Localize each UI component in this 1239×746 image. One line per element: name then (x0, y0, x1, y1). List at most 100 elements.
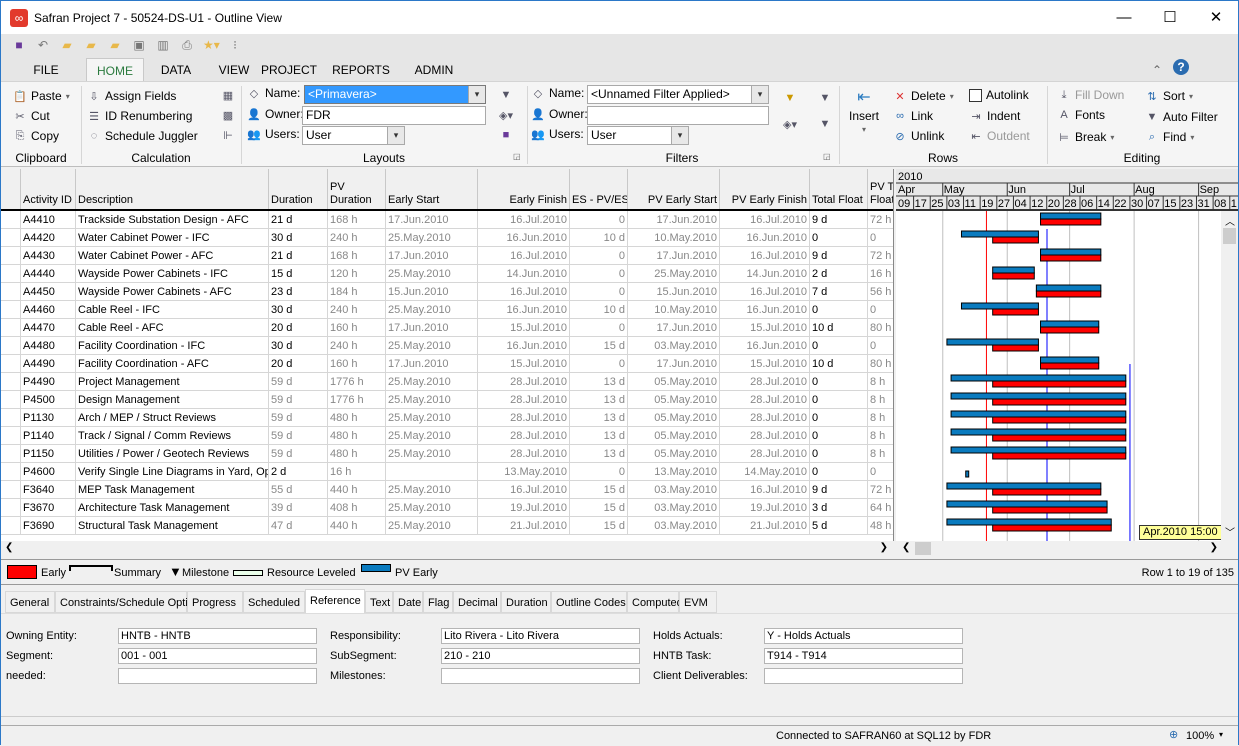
cell-desc[interactable]: Architecture Task Management (76, 499, 269, 517)
detail-tab-decimal[interactable]: Decimal (453, 591, 501, 613)
cell-id[interactable]: A4490 (21, 355, 76, 373)
cell-pvef[interactable]: 21.Jul.2010 (720, 517, 810, 535)
detail-tab-progress[interactable]: Progress (187, 591, 243, 613)
cell-ef[interactable]: 28.Jul.2010 (478, 427, 570, 445)
cell-pvdur[interactable]: 240 h (328, 229, 386, 247)
cell-id[interactable]: A4440 (21, 265, 76, 283)
cell-pvef[interactable]: 16.Jul.2010 (720, 481, 810, 499)
cell-id[interactable]: A4430 (21, 247, 76, 265)
detail-tab-scheduled[interactable]: Scheduled (243, 591, 305, 613)
cell-dur[interactable]: 59 d (269, 409, 328, 427)
row-selector[interactable] (1, 499, 21, 517)
cell-espv[interactable]: 0 (570, 247, 628, 265)
filter-name-select[interactable]: <Unnamed Filter Applied> ▾ (587, 85, 769, 104)
cell-ef[interactable]: 16.Jun.2010 (478, 337, 570, 355)
column-header-early-start[interactable]: Early Start (386, 169, 478, 209)
collapse-ribbon-icon[interactable]: ⌃ (1149, 58, 1165, 81)
cell-desc[interactable]: Structural Task Management (76, 517, 269, 535)
cell-dur[interactable]: 59 d (269, 391, 328, 409)
cell-es[interactable]: 25.May.2010 (386, 337, 478, 355)
customize-toolbar-icon[interactable]: ⁝ (227, 38, 243, 52)
cell-id[interactable]: P1150 (21, 445, 76, 463)
cell-pves[interactable]: 25.May.2010 (628, 265, 720, 283)
cell-pvdur[interactable]: 440 h (328, 481, 386, 499)
cell-tf[interactable]: 0 (810, 301, 868, 319)
cell-pves[interactable]: 03.May.2010 (628, 337, 720, 355)
autolink-checkbox[interactable]: Autolink (969, 88, 1029, 102)
cell-ef[interactable]: 28.Jul.2010 (478, 373, 570, 391)
sort-button[interactable]: ⇅ Sort ▾ (1145, 89, 1193, 103)
milestones-field[interactable] (441, 668, 640, 684)
cell-tf[interactable]: 7 d (810, 283, 868, 301)
table-row[interactable]: P1140 Track / Signal / Comm Reviews 59 d 48… (1, 427, 893, 445)
zoom-dropdown-icon[interactable]: ▾ (1219, 730, 1223, 739)
cell-pvef[interactable]: 28.Jul.2010 (720, 391, 810, 409)
scroll-down-icon[interactable]: ﹀ (1225, 524, 1235, 539)
cell-id[interactable]: F3640 (21, 481, 76, 499)
assign-fields-button[interactable]: ⇩ Assign Fields (87, 89, 176, 103)
table-row[interactable]: F3670 Architecture Task Management 39 d 408… (1, 499, 893, 517)
outdent-button[interactable]: ⇤ Outdent (969, 129, 1029, 143)
cell-pvef[interactable]: 14.May.2010 (720, 463, 810, 481)
row-selector[interactable] (1, 301, 21, 319)
cell-pvef[interactable]: 16.Jul.2010 (720, 247, 810, 265)
cell-desc[interactable]: Track / Signal / Comm Reviews (76, 427, 269, 445)
cell-es[interactable]: 25.May.2010 (386, 481, 478, 499)
owning-entity-field[interactable]: HNTB - HNTB (118, 628, 317, 644)
row-selector[interactable] (1, 427, 21, 445)
chevron-down-icon[interactable]: ▾ (468, 86, 485, 103)
cell-pvtf[interactable]: 72 h (868, 247, 893, 265)
cell-id[interactable]: P1130 (21, 409, 76, 427)
cell-id[interactable]: A4410 (21, 211, 76, 229)
cell-pvef[interactable]: 16.Jul.2010 (720, 211, 810, 229)
row-selector[interactable] (1, 265, 21, 283)
cell-pves[interactable]: 05.May.2010 (628, 391, 720, 409)
cell-id[interactable]: P4600 (21, 463, 76, 481)
cell-es[interactable]: 25.May.2010 (386, 301, 478, 319)
row-selector[interactable] (1, 283, 21, 301)
hntb-task-field[interactable]: T914 - T914 (764, 648, 963, 664)
cell-espv[interactable]: 0 (570, 283, 628, 301)
delete-button[interactable]: ✕ Delete ▾ (893, 89, 953, 103)
minimize-button[interactable]: — (1101, 1, 1147, 34)
detail-tab-computed[interactable]: Computed (627, 591, 683, 613)
cell-id[interactable]: A4420 (21, 229, 76, 247)
cell-dur[interactable]: 15 d (269, 265, 328, 283)
cell-dur[interactable]: 30 d (269, 229, 328, 247)
detail-tab-flag[interactable]: Flag (423, 591, 453, 613)
table-row[interactable]: A4470 Cable Reel - AFC 20 d 160 h 17.Jun.201… (1, 319, 893, 337)
cell-espv[interactable]: 10 d (570, 301, 628, 319)
row-selector[interactable] (1, 319, 21, 337)
filters-dialog-launcher-icon[interactable]: ◲ (823, 152, 831, 161)
indent-button[interactable]: ⇥ Indent (969, 109, 1020, 123)
cell-ef[interactable]: 14.Jun.2010 (478, 265, 570, 283)
cell-ef[interactable]: 16.Jun.2010 (478, 229, 570, 247)
cell-dur[interactable]: 47 d (269, 517, 328, 535)
layouts-dialog-launcher-icon[interactable]: ◲ (513, 152, 521, 161)
filter-owner-input[interactable] (587, 106, 769, 125)
cell-ef[interactable]: 28.Jul.2010 (478, 391, 570, 409)
new-folder-icon[interactable]: ▰ (59, 38, 75, 52)
cell-pvdur[interactable]: 480 h (328, 445, 386, 463)
cell-pvtf[interactable]: 72 h (868, 481, 893, 499)
detail-tab-general[interactable]: General (5, 591, 55, 613)
cell-pvtf[interactable]: 80 h (868, 355, 893, 373)
row-selector[interactable] (1, 409, 21, 427)
cell-tf[interactable]: 5 d (810, 517, 868, 535)
cell-pvef[interactable]: 16.Jul.2010 (720, 283, 810, 301)
cut-button[interactable]: ✂ Cut (13, 109, 49, 123)
cell-tf[interactable]: 0 (810, 391, 868, 409)
cell-id[interactable]: A4450 (21, 283, 76, 301)
cell-pvef[interactable]: 28.Jul.2010 (720, 409, 810, 427)
filter-paint-icon[interactable]: ◈▾ (783, 118, 797, 131)
cell-tf[interactable]: 0 (810, 229, 868, 247)
cell-ef[interactable]: 28.Jul.2010 (478, 409, 570, 427)
cell-desc[interactable]: Verify Single Line Diagrams in Yard, Ope (76, 463, 269, 481)
cell-espv[interactable]: 0 (570, 355, 628, 373)
cell-espv[interactable]: 15 d (570, 499, 628, 517)
cell-pvdur[interactable]: 168 h (328, 211, 386, 229)
scroll-up-icon[interactable]: ︿ (1225, 213, 1235, 228)
break-button[interactable]: ⊨ Break ▾ (1057, 130, 1114, 144)
gantt-chart[interactable]: 2010 Apr May Jun Jul Aug Sep 09 17 25 03 11 19 27 04 12… (896, 169, 1238, 541)
detail-tab-text[interactable]: Text (365, 591, 393, 613)
